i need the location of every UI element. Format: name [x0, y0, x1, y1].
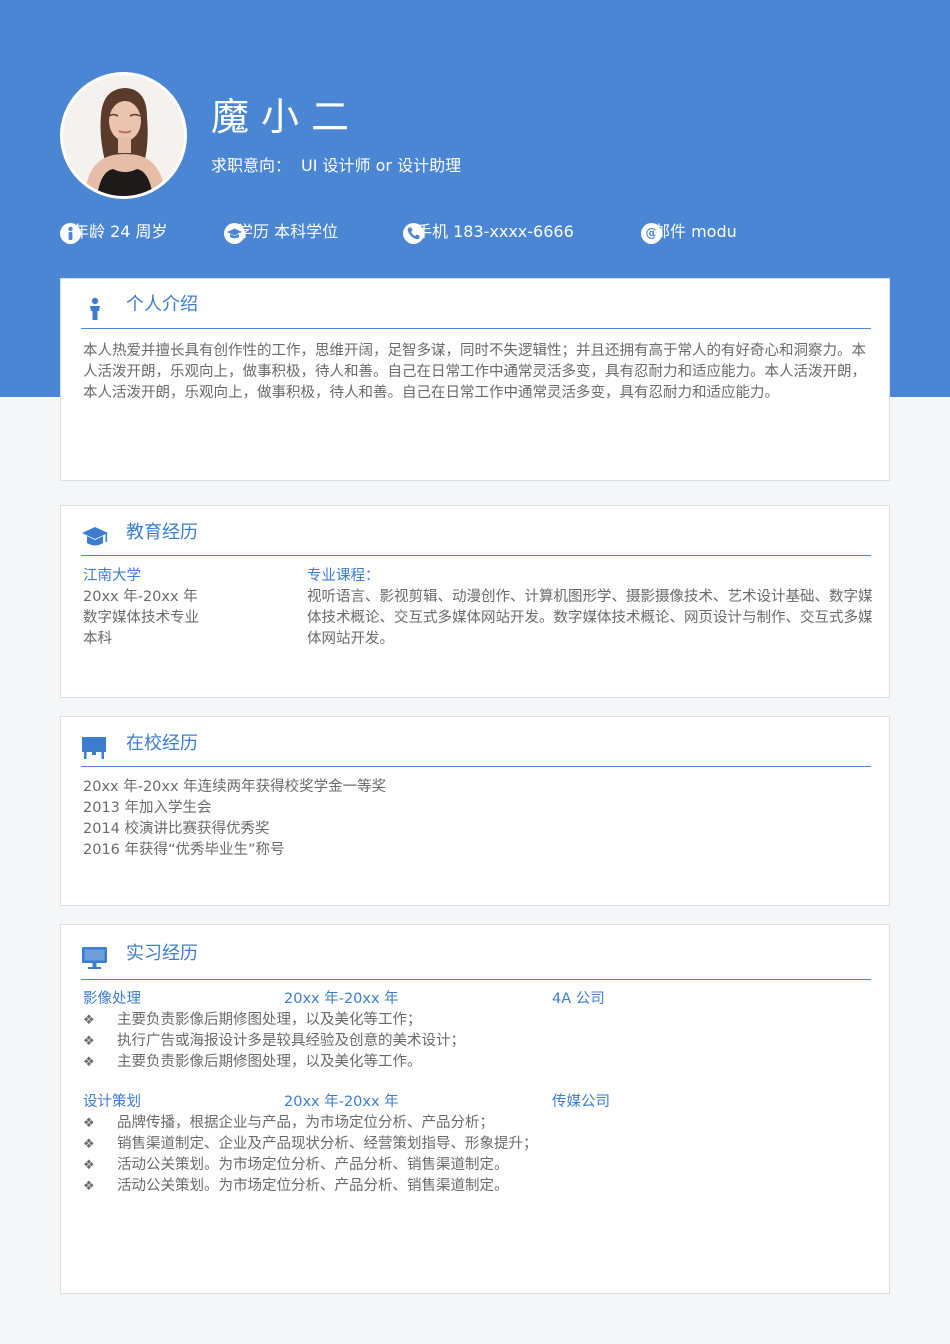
education-school-block: 江南大学 20xx 年-20xx 年 数字媒体技术专业 本科 [83, 566, 199, 650]
education-major: 数字媒体技术专业 [83, 610, 199, 626]
bullet-icon: ❖ [83, 1055, 95, 1070]
info-age-text: 年龄 24 周岁 [73, 222, 168, 241]
internship-header: 实习经历 [81, 925, 871, 980]
intro-header: 个人介绍 [81, 279, 871, 329]
bullet-icon: ❖ [83, 1179, 95, 1194]
duty-text: 主要负责影像后期修图处理，以及美化等工作。 [117, 1054, 422, 1070]
campus-header: 在校经历 [81, 717, 871, 767]
job-1-role: 影像处理 [83, 991, 141, 1007]
job-intent-label: 求职意向： [211, 156, 292, 175]
job-1: 影像处理 20xx 年-20xx 年 4A 公司 ❖ 主要负责影像后期修图处理，以… [83, 989, 873, 1073]
info-education-text: 学历 本科学位 [237, 222, 339, 241]
duty-text: 销售渠道制定、企业及产品现状分析、经营策划指导、形象提升； [117, 1136, 538, 1152]
education-title: 教育经历 [126, 522, 198, 543]
duty-text: 主要负责影像后期修图处理，以及美化等工作； [117, 1012, 422, 1028]
graduation-cap-icon [81, 524, 109, 552]
bullet-icon: ❖ [83, 1013, 95, 1028]
avatar [60, 72, 187, 199]
education-courses-block: 专业课程： 视听语言、影视剪辑、动漫创作、计算机图形学、摄影摄像技术、艺术设计基… [307, 566, 873, 650]
internship-title: 实习经历 [126, 943, 198, 964]
education-header: 教育经历 [81, 506, 871, 556]
duty-text: 执行广告或海报设计多是较具经验及创意的美术设计； [117, 1033, 465, 1049]
campus-title: 在校经历 [126, 733, 198, 754]
list-item: 2014 校演讲比赛获得优秀奖 [83, 821, 270, 837]
job-2-role: 设计策划 [83, 1094, 141, 1110]
job-2-company: 传媒公司 [552, 1094, 610, 1110]
monitor-icon [81, 943, 109, 971]
list-item: ❖ 主要负责影像后期修图处理，以及美化等工作。 [83, 1052, 873, 1073]
bullet-icon: ❖ [83, 1158, 95, 1173]
job-2-period: 20xx 年-20xx 年 [284, 1094, 399, 1110]
list-item: ❖ 执行广告或海报设计多是较具经验及创意的美术设计； [83, 1031, 873, 1052]
list-item: ❖ 品牌传播，根据企业与产品，为市场定位分析、产品分析； [83, 1113, 873, 1134]
intro-title: 个人介绍 [126, 294, 198, 315]
person-icon [81, 295, 109, 323]
list-item: ❖ 销售渠道制定、企业及产品现状分析、经营策划指导、形象提升； [83, 1134, 873, 1155]
education-degree: 本科 [83, 631, 112, 647]
school-name: 江南大学 [83, 568, 141, 584]
job-1-header: 影像处理 20xx 年-20xx 年 4A 公司 [83, 989, 873, 1010]
courses-text: 视听语言、影视剪辑、动漫创作、计算机图形学、摄影摄像技术、艺术设计基础、数字媒体… [307, 589, 873, 647]
bullet-icon: ❖ [83, 1116, 95, 1131]
education-period: 20xx 年-20xx 年 [83, 589, 198, 605]
candidate-name: 魔小二 [211, 95, 362, 139]
bullet-icon: ❖ [83, 1137, 95, 1152]
internship-card: 实习经历 影像处理 20xx 年-20xx 年 4A 公司 ❖ 主要负责影像后期修… [60, 924, 890, 1294]
duty-text: 品牌传播，根据企业与产品，为市场定位分析、产品分析； [117, 1115, 494, 1131]
intro-card: 个人介绍 本人热爱并擅长具有创作性的工作，思维开阔，足智多谋，同时不失逻辑性；并… [60, 278, 890, 481]
job-2-header: 设计策划 20xx 年-20xx 年 传媒公司 [83, 1092, 873, 1113]
job-intent: 求职意向： UI 设计师 or 设计助理 [211, 152, 461, 176]
courses-label: 专业课程： [307, 568, 380, 584]
list-item: 2013 年加入学生会 [83, 800, 212, 816]
campus-card: 在校经历 20xx 年-20xx 年连续两年获得校奖学金一等奖 2013 年加入… [60, 716, 890, 906]
info-email-text: 邮件 modu [654, 222, 737, 241]
job-1-company: 4A 公司 [552, 991, 605, 1007]
duty-text: 活动公关策划。为市场定位分析、产品分析、销售渠道制定。 [117, 1157, 509, 1173]
campus-list: 20xx 年-20xx 年连续两年获得校奖学金一等奖 2013 年加入学生会 2… [83, 777, 386, 861]
list-item: 2016 年获得“优秀毕业生”称号 [83, 842, 285, 858]
job-intent-value: UI 设计师 or 设计助理 [301, 156, 462, 175]
job-1-period: 20xx 年-20xx 年 [284, 991, 399, 1007]
list-item: ❖ 主要负责影像后期修图处理，以及美化等工作； [83, 1010, 873, 1031]
presentation-board-icon [81, 733, 109, 761]
list-item: ❖ 活动公关策划。为市场定位分析、产品分析、销售渠道制定。 [83, 1176, 873, 1197]
job-2: 设计策划 20xx 年-20xx 年 传媒公司 ❖ 品牌传播，根据企业与产品，为市… [83, 1092, 873, 1197]
bullet-icon: ❖ [83, 1034, 95, 1049]
list-item: ❖ 活动公关策划。为市场定位分析、产品分析、销售渠道制定。 [83, 1155, 873, 1176]
list-item: 20xx 年-20xx 年连续两年获得校奖学金一等奖 [83, 779, 387, 795]
info-phone-text: 手机 183-xxxx-6666 [416, 222, 574, 241]
education-card: 教育经历 江南大学 20xx 年-20xx 年 数字媒体技术专业 本科 专业课程… [60, 505, 890, 698]
intro-text: 本人热爱并擅长具有创作性的工作，思维开阔，足智多谋，同时不失逻辑性；并且还拥有高… [83, 343, 866, 401]
duty-text: 活动公关策划。为市场定位分析、产品分析、销售渠道制定。 [117, 1178, 509, 1194]
